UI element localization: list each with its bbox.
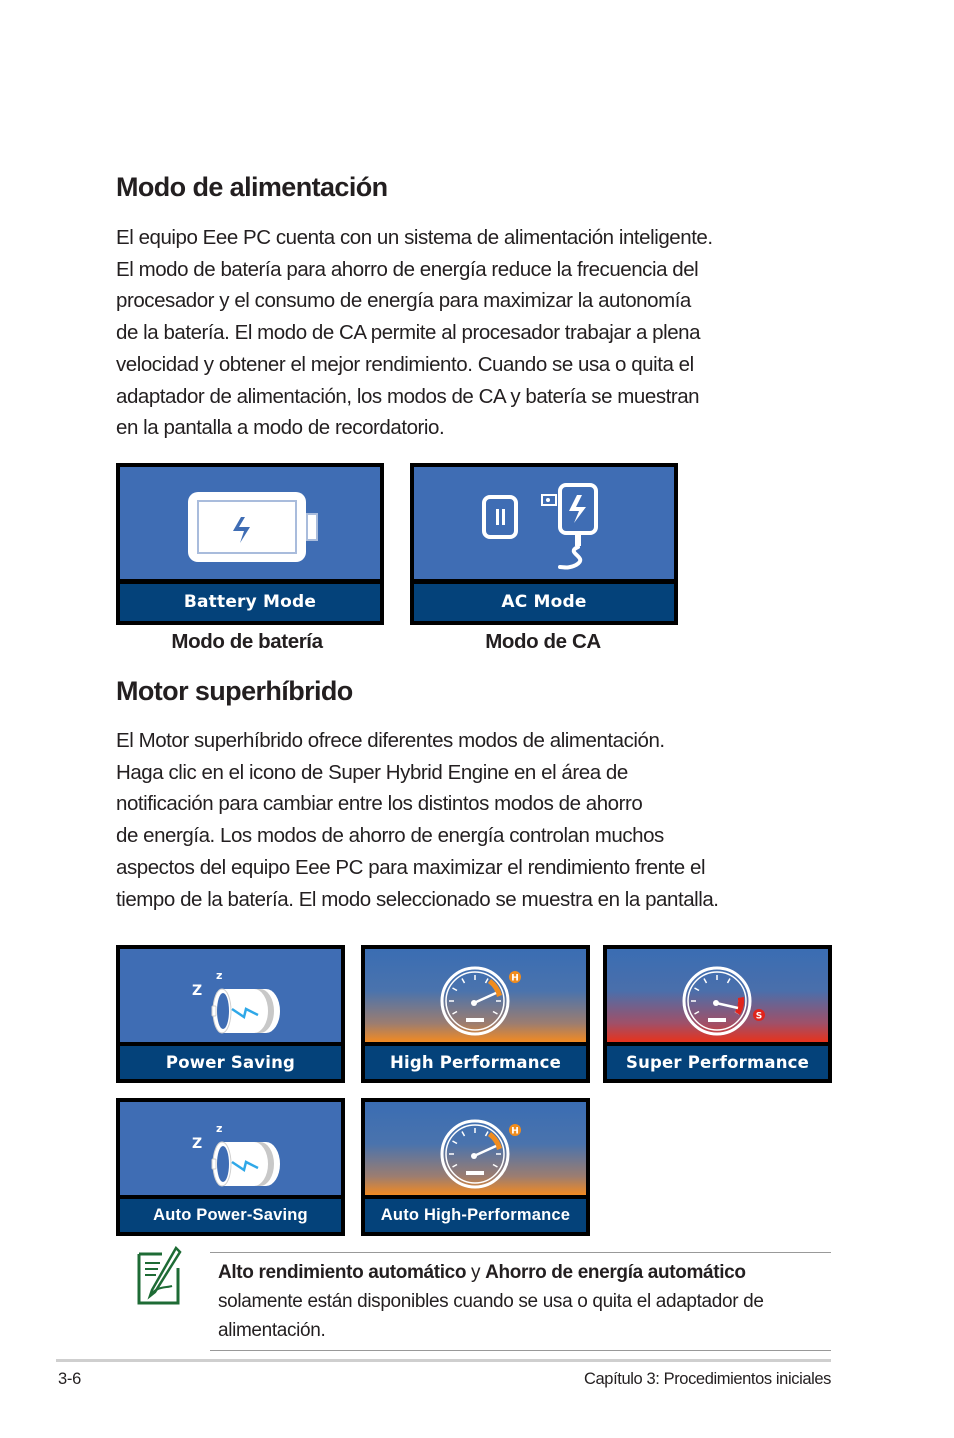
ac-adapter-icon [482, 483, 598, 570]
ac-mode-caption: Modo de CA [485, 630, 601, 653]
note-rest: solamente están disponibles cuando se us… [218, 1291, 764, 1341]
paragraph-line: El modo de batería para ahorro de energí… [116, 257, 699, 281]
svg-text:H: H [511, 974, 519, 984]
auto-high-performance-tile: H Auto High-Performance [361, 1098, 590, 1236]
super-performance-screen: S [607, 949, 828, 1042]
paragraph-line: aspectos del equipo Eee PC para maximiza… [116, 855, 706, 879]
section-title-power-mode: Modo de alimentación [116, 172, 388, 202]
ac-mode-label: AC Mode [414, 584, 674, 621]
auto-high-performance-screen: H [365, 1102, 586, 1195]
high-performance-tile: H High Performance [361, 945, 590, 1083]
speedometer-super-icon: S [607, 949, 828, 1042]
svg-text:H: H [511, 1127, 519, 1137]
note-bottom-rule [210, 1350, 831, 1351]
battery-mode-label: Battery Mode [120, 584, 380, 621]
auto-power-saving-label: Auto Power-Saving [120, 1199, 341, 1232]
battery-icon [188, 492, 318, 562]
paragraph-line: velocidad y obtener el mejor rendimiento… [116, 352, 694, 376]
auto-high-performance-label: Auto High-Performance [365, 1199, 586, 1232]
paragraph-line: en la pantalla a modo de recordatorio. [116, 416, 445, 440]
speedometer-high-icon: H [365, 949, 586, 1042]
note-connector: y [466, 1262, 486, 1283]
power-mode-paragraph: El equipo Eee PC cuenta con un sistema d… [116, 222, 846, 444]
note-pencil-icon [137, 1246, 182, 1305]
battery-mode-tile: Battery Mode [116, 463, 384, 625]
paragraph-line: adaptador de alimentación, los modos de … [116, 384, 700, 408]
speedometer-high-icon: H [365, 1102, 586, 1195]
paragraph-line: El equipo Eee PC cuenta con un sistema d… [116, 226, 713, 249]
paragraph-line: tiempo de la batería. El modo selecciona… [116, 887, 719, 911]
high-performance-label: High Performance [365, 1046, 586, 1079]
power-saving-label: Power Saving [120, 1046, 341, 1079]
ac-mode-screen [414, 467, 674, 579]
battery-mode-caption: Modo de batería [171, 630, 323, 653]
section-title-super-hybrid-engine: Motor superhíbrido [116, 676, 353, 706]
auto-power-saving-tile: Auto Power-Saving [116, 1098, 345, 1236]
super-performance-label: Super Performance [607, 1046, 828, 1079]
paragraph-line: procesador y el consumo de energía para … [116, 289, 691, 313]
sleeping-battery-icon [190, 967, 282, 1035]
ac-mode-tile: AC Mode [410, 463, 678, 625]
power-saving-tile: Power Saving [116, 945, 345, 1083]
page-number: 3-6 [58, 1370, 81, 1388]
super-hybrid-paragraph: El Motor superhíbrido ofrece diferentes … [116, 725, 846, 915]
battery-mode-screen [120, 467, 380, 579]
chapter-title: Capítulo 3: Procedimientos iniciales [584, 1370, 831, 1388]
super-performance-tile: S Super Performance [603, 945, 832, 1083]
paragraph-line: Haga clic en el icono de Super Hybrid En… [116, 760, 628, 784]
paragraph-line: de la batería. El modo de CA permite al … [116, 321, 701, 345]
note-bold-auto-high: Alto rendimiento automático [218, 1262, 467, 1283]
high-performance-screen: H [365, 949, 586, 1042]
power-saving-screen [120, 949, 341, 1042]
note-text: Alto rendimiento automático y Ahorro de … [218, 1258, 833, 1345]
auto-power-saving-screen [120, 1102, 341, 1195]
svg-text:S: S [756, 1012, 762, 1022]
footer-rule [56, 1359, 831, 1362]
note-top-rule [210, 1252, 831, 1253]
paragraph-line: de energía. Los modos de ahorro de energ… [116, 824, 664, 848]
sleeping-battery-icon [190, 1120, 282, 1188]
paragraph-line: notificación para cambiar entre los dist… [116, 792, 643, 816]
note-bold-auto-saving: Ahorro de energía automático [485, 1262, 746, 1283]
paragraph-line: El Motor superhíbrido ofrece diferentes … [116, 729, 665, 752]
